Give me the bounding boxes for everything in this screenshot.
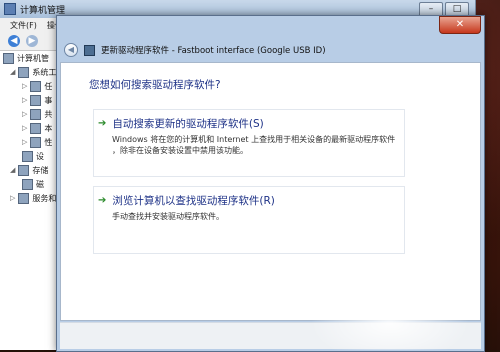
option-browse-computer-title: 浏览计算机以查找驱动程序软件(R) [112,195,275,207]
expand-arrow-icon[interactable]: ▷ [22,124,27,132]
forward-arrow-icon[interactable]: ▶ [26,35,38,47]
tools-icon [18,66,30,78]
tree-item-services[interactable]: ▷ 服务和 [0,191,56,205]
back-arrow-icon[interactable]: ◀ [64,43,78,57]
tree-item-local-users[interactable]: ▷ 本 [0,121,56,135]
navigation-tree: 计算机管 ◢ 系统工 ▷ 任 ▷ 事 ▷ 共 ▷ 本 ▷ 性 设 ◢ 存储 磁 ▷ 服务和 [0,51,57,350]
tree-item-disk-management[interactable]: 磁 [0,177,56,191]
device-icon [84,44,95,56]
dialog-content: 您想如何搜索驱动程序软件? ➔ 自动搜索更新的驱动程序软件(S) Windows… [60,62,481,321]
option-auto-search-desc-line1: Windows 将在您的计算机和 Internet 上查找用于相关设备的最新驱动… [112,135,396,144]
tree-item-performance[interactable]: ▷ 性 [0,135,56,149]
collapse-arrow-icon[interactable]: ◢ [10,166,15,174]
option-auto-search-desc-line2: ，除非在设备安装设置中禁用该功能。 [112,146,248,155]
tree-item-task-scheduler[interactable]: ▷ 任 [0,79,56,93]
dialog-titlebar: ✕ [57,16,484,40]
computer-management-icon [4,3,16,15]
option-browse-computer-desc-line1: 手动查找并安装驱动程序软件。 [112,212,224,221]
option-auto-search[interactable]: ➔ 自动搜索更新的驱动程序软件(S) Windows 将在您的计算机和 Inte… [93,109,405,177]
menu-file[interactable]: 文件(F) [10,20,37,31]
close-button[interactable]: ✕ [439,16,481,34]
green-arrow-icon: ➔ [98,118,107,129]
option-browse-computer-desc: 手动查找并安装驱动程序软件。 [94,211,404,222]
users-icon [30,122,42,134]
performance-icon [30,136,42,148]
option-browse-computer-head: ➔ 浏览计算机以查找驱动程序软件(R) [94,193,404,208]
tree-item-event-viewer[interactable]: ▷ 事 [0,93,56,107]
expand-arrow-icon[interactable]: ▷ [22,82,27,90]
tree-item-storage[interactable]: ◢ 存储 [0,163,56,177]
expand-arrow-icon[interactable]: ▷ [22,110,27,118]
search-question: 您想如何搜索驱动程序软件? [89,79,221,91]
tree-item-computer-management[interactable]: 计算机管 [0,51,56,65]
storage-icon [18,164,30,176]
option-auto-search-desc: Windows 将在您的计算机和 Internet 上查找用于相关设备的最新驱动… [94,134,404,156]
expand-arrow-icon[interactable]: ▷ [10,194,15,202]
green-arrow-icon: ➔ [98,195,107,206]
expand-arrow-icon[interactable]: ▷ [22,96,27,104]
computer-icon [3,52,14,64]
expand-arrow-icon[interactable]: ▷ [22,138,27,146]
event-viewer-icon [30,94,42,106]
option-auto-search-head: ➔ 自动搜索更新的驱动程序软件(S) [94,116,404,131]
services-icon [18,192,30,204]
watermark-haze [310,285,470,350]
option-browse-computer[interactable]: ➔ 浏览计算机以查找驱动程序软件(R) 手动查找并安装驱动程序软件。 [93,186,405,254]
dialog-title: 更新驱动程序软件 - Fastboot interface (Google US… [101,46,326,56]
bg-window-title: 计算机管理 [20,5,66,16]
dialog-header: ◀ 更新驱动程序软件 - Fastboot interface (Google … [60,40,481,60]
tree-item-shared-folders[interactable]: ▷ 共 [0,107,56,121]
device-manager-icon [22,150,33,162]
option-auto-search-title: 自动搜索更新的驱动程序软件(S) [112,118,264,130]
clock-icon [30,80,42,92]
back-arrow-icon[interactable]: ◀ [8,35,20,47]
tree-item-device-manager[interactable]: 设 [0,149,56,163]
shared-folder-icon [30,108,42,120]
disk-icon [22,178,33,190]
collapse-arrow-icon[interactable]: ◢ [10,68,15,76]
tree-item-system-tools[interactable]: ◢ 系统工 [0,65,56,79]
